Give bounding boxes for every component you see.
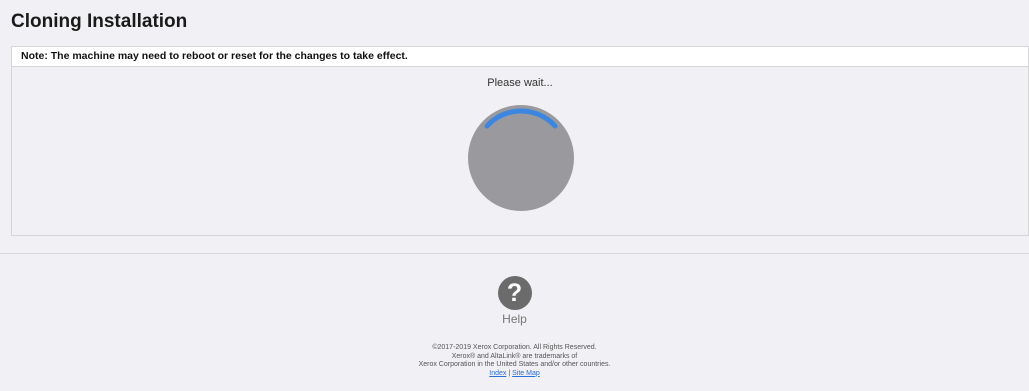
footer-link-separator: | — [508, 369, 511, 377]
please-wait-text: Please wait... — [487, 77, 553, 89]
spinner-disc — [468, 105, 574, 211]
index-link[interactable]: Index — [489, 370, 506, 377]
section-divider — [0, 253, 1029, 254]
content-panel: Note: The machine may need to reboot or … — [11, 46, 1029, 236]
footer-copyright: ©2017-2019 Xerox Corporation. All Rights… — [432, 344, 597, 351]
footer-trademark-line-2: Xerox Corporation in the United States a… — [418, 361, 611, 369]
footer: ©2017-2019 Xerox Corporation. All Rights… — [0, 344, 1029, 378]
site-map-link[interactable]: Site Map — [512, 370, 540, 377]
spinner-icon — [468, 105, 574, 211]
question-circle-icon[interactable]: ? — [497, 276, 532, 310]
help-link[interactable]: Help — [0, 312, 1029, 326]
page-title: Cloning Installation — [11, 11, 188, 32]
footer-trademark-line-1: Xerox® and AltaLink® are trademarks of — [451, 352, 578, 360]
loading-spinner — [466, 103, 576, 213]
footer-links: Index | Site Map — [0, 370, 1029, 379]
help-section: ? Help — [0, 276, 1029, 326]
note-banner: Note: The machine may need to reboot or … — [12, 47, 1028, 67]
